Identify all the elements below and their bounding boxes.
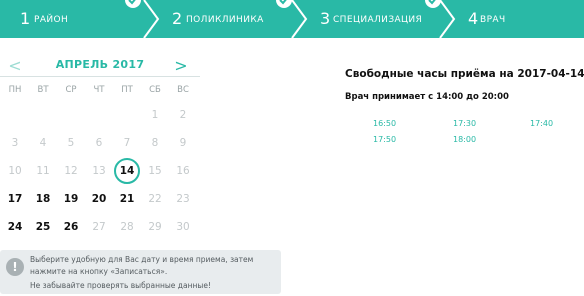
weekday-label: ВС [177, 85, 189, 95]
weekday-label: ПН [8, 85, 22, 95]
step-separator-icon [439, 0, 456, 38]
step-separator-icon [291, 0, 308, 38]
exclamation-icon: ! [6, 258, 24, 276]
calendar-day: 23 [176, 193, 190, 205]
calendar-day: 22 [148, 193, 162, 205]
calendar-day: 6 [95, 137, 103, 149]
time-slot[interactable]: 17:30 [453, 119, 476, 128]
calendar-day: 5 [67, 137, 75, 149]
step-check-icon [125, 0, 141, 8]
calendar-day[interactable]: 26 [57, 217, 85, 237]
step-check-icon [425, 0, 441, 8]
weekday-label: ВТ [37, 85, 49, 95]
slots-title: Свободные часы приёма на 2017-04-14 [345, 68, 584, 80]
calendar-month-title: АПРЕЛЬ 2017 [55, 58, 145, 71]
info-box: ! Выберите удобную для Вас дату и время … [0, 250, 281, 294]
step-number: 3 [320, 9, 331, 28]
step-separator-icon [143, 0, 160, 38]
prev-month-button[interactable]: < [6, 56, 24, 76]
info-warning: Не забывайте проверять выбранные данные! [30, 281, 211, 290]
weekday-label: СР [65, 85, 77, 95]
calendar-day: 3 [11, 137, 19, 149]
next-month-button[interactable]: > [172, 56, 190, 76]
calendar-day[interactable]: 20 [85, 189, 113, 209]
calendar-day: 7 [123, 137, 131, 149]
step-label: ПОЛИКЛИНИКА [186, 15, 264, 25]
calendar-day: 10 [8, 165, 22, 177]
calendar-divider [0, 76, 200, 77]
calendar-day: 11 [36, 165, 50, 177]
calendar-day: 27 [92, 221, 106, 233]
calendar-day-selected[interactable]: 14 [114, 158, 140, 184]
weekday-label: ПТ [121, 85, 133, 95]
step-number: 2 [172, 9, 183, 28]
time-slot[interactable]: 16:50 [373, 119, 396, 128]
calendar-day: 13 [92, 165, 106, 177]
step-label: ВРАЧ [480, 15, 506, 25]
time-slot[interactable]: 18:00 [453, 135, 476, 144]
info-text: Выберите удобную для Вас дату и время пр… [30, 255, 254, 264]
calendar-day: 4 [39, 137, 47, 149]
step-label: РАЙОН [34, 15, 69, 25]
calendar-day: 8 [151, 137, 159, 149]
weekday-label: ЧТ [93, 85, 105, 95]
calendar-day[interactable]: 25 [29, 217, 57, 237]
weekday-label: СБ [149, 85, 161, 95]
calendar-day: 2 [179, 109, 187, 121]
calendar-day[interactable]: 19 [57, 189, 85, 209]
calendar-day[interactable]: 21 [113, 189, 141, 209]
step-check-icon [276, 0, 292, 8]
calendar-day: 9 [179, 137, 187, 149]
calendar-day[interactable]: 17 [1, 189, 29, 209]
calendar-day: 30 [176, 221, 190, 233]
calendar-day[interactable]: 24 [1, 217, 29, 237]
step-number: 1 [20, 9, 31, 28]
steps-bar: 1 РАЙОН 2 ПОЛИКЛИНИКА 3 СПЕЦИАЛИЗАЦИЯ 4 … [0, 0, 584, 38]
calendar-day: 1 [151, 109, 159, 121]
calendar-day: 15 [148, 165, 162, 177]
time-slot[interactable]: 17:50 [373, 135, 396, 144]
calendar-day: 29 [148, 221, 162, 233]
calendar-day: 28 [120, 221, 134, 233]
step-number: 4 [468, 9, 479, 28]
calendar-day[interactable]: 18 [29, 189, 57, 209]
calendar-day: 12 [64, 165, 78, 177]
time-slot[interactable]: 17:40 [530, 119, 553, 128]
calendar-day: 16 [176, 165, 190, 177]
doctor-hours: Врач принимает с 14:00 до 20:00 [345, 92, 509, 102]
step-doctor[interactable]: 4 ВРАЧ [448, 0, 584, 38]
step-label: СПЕЦИАЛИЗАЦИЯ [333, 15, 423, 25]
info-text: нажмите на кнопку «Записаться». [30, 267, 168, 276]
